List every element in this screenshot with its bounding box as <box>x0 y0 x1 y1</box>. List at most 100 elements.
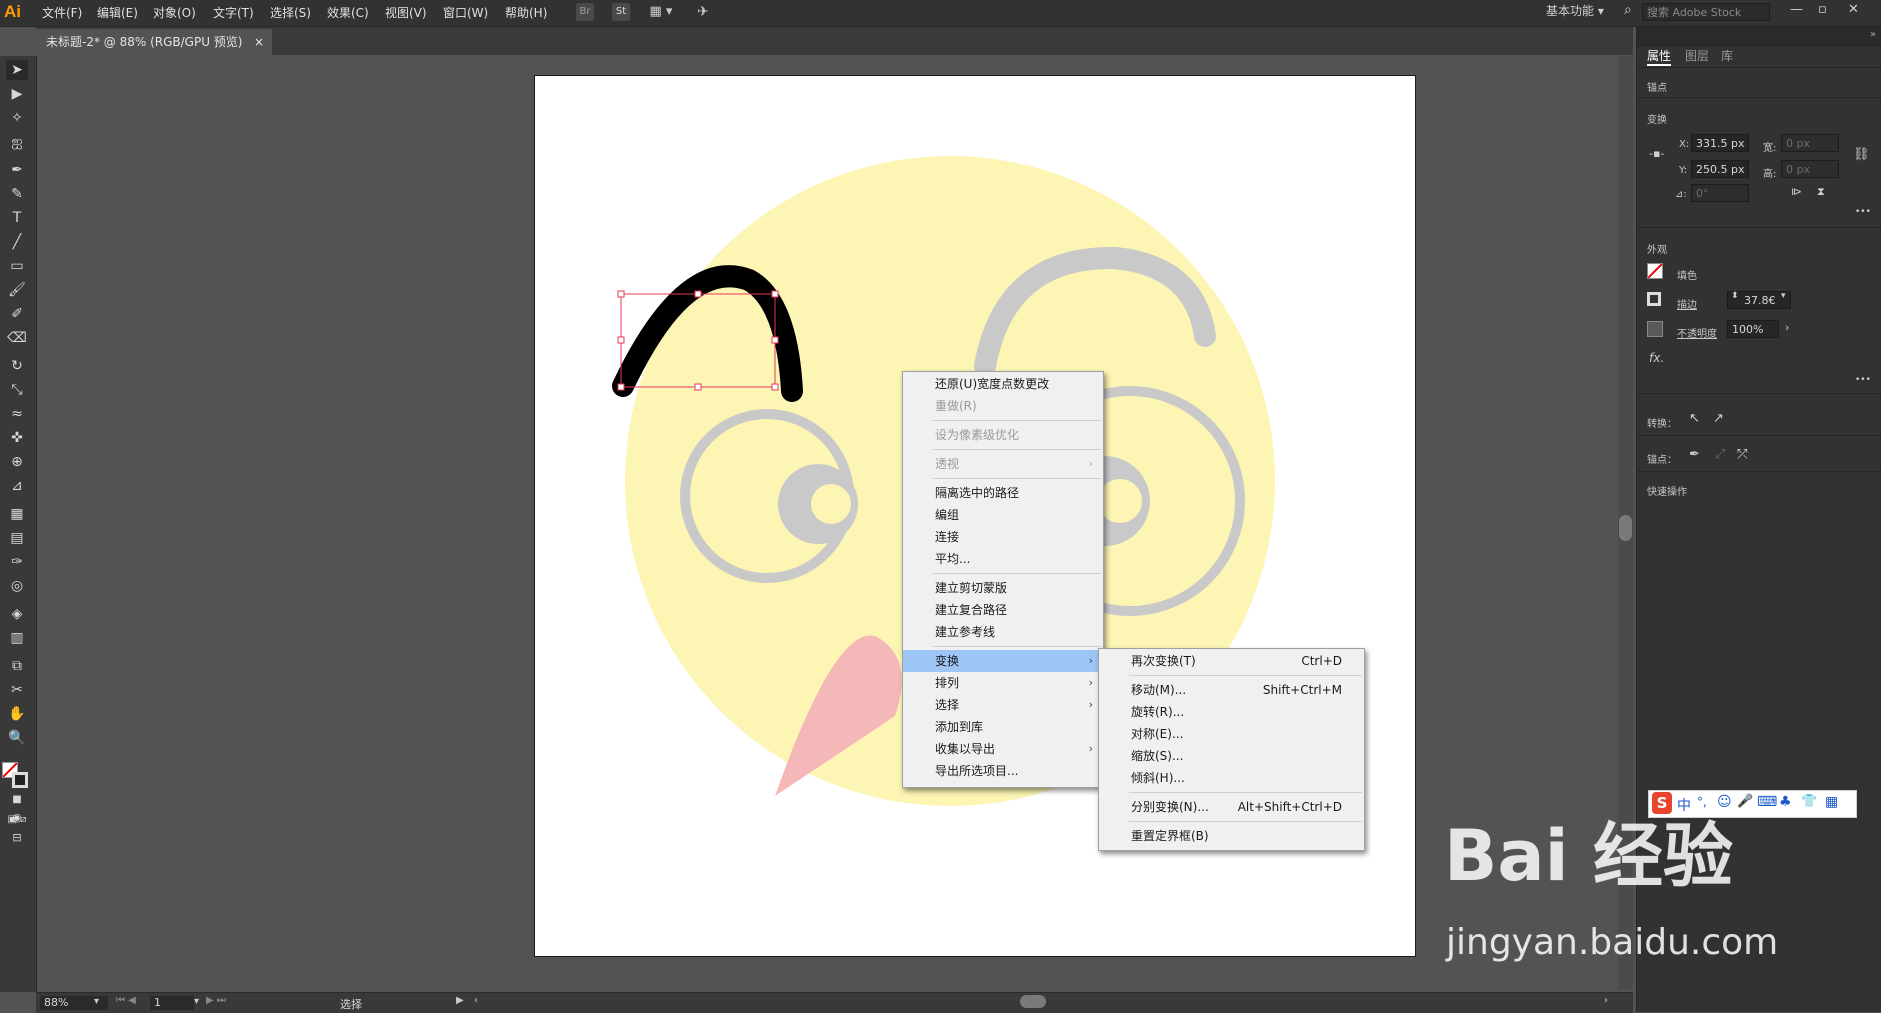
cut-path-icon[interactable]: ⤱ <box>1737 447 1747 462</box>
stepper-icon[interactable]: ⬍ <box>1731 291 1739 301</box>
next-artboard-icon[interactable]: ▶ ⏭ <box>206 995 226 1006</box>
zoom-dropdown-icon[interactable]: ▾ <box>94 996 99 1007</box>
menu-item-undo[interactable]: 还原(U)宽度点数更改 <box>903 373 1101 395</box>
x-input[interactable]: 331.5 px <box>1691 134 1749 152</box>
close-window-icon[interactable]: ✕ <box>1848 2 1859 17</box>
reference-point-icon[interactable]: -▪- <box>1649 147 1664 160</box>
workspace-switcher[interactable]: 基本功能 ▾ <box>1546 2 1604 19</box>
menu-item-isolate-path[interactable]: 隔离选中的路径 <box>903 482 1101 504</box>
maximize-icon[interactable]: ▫ <box>1818 2 1827 17</box>
perspective-grid-icon[interactable]: ⊿ <box>6 476 28 496</box>
vertical-scroll-thumb[interactable] <box>1619 515 1632 541</box>
remove-anchor-icon[interactable]: ✒ <box>1689 447 1700 462</box>
menu-help[interactable]: 帮助(H) <box>505 4 547 21</box>
rotate-tool-icon[interactable]: ↻ <box>6 356 28 376</box>
flip-horizontal-icon[interactable]: ⧐ <box>1791 185 1802 198</box>
menu-item-make-guides[interactable]: 建立参考线 <box>903 621 1101 643</box>
tab-libraries[interactable]: 库 <box>1721 47 1733 64</box>
menu-item-join[interactable]: 连接 <box>903 526 1101 548</box>
menu-item-select[interactable]: 选择 › <box>903 694 1101 716</box>
menu-item-pixel-optimize[interactable]: 设为像素级优化 <box>903 424 1101 446</box>
convert-corner-icon[interactable]: ↖ <box>1689 411 1700 426</box>
angle-input[interactable]: 0° <box>1691 184 1749 202</box>
submenu-item-transform-each[interactable]: 分别变换(N)... Alt+Shift+Ctrl+D <box>1099 796 1362 818</box>
color-mode-icon[interactable]: ■ ▣ ⧄ <box>6 790 28 825</box>
menu-effect[interactable]: 效果(C) <box>327 4 369 21</box>
menu-item-average[interactable]: 平均... <box>903 548 1101 570</box>
tab-layers[interactable]: 图层 <box>1685 47 1709 64</box>
y-input[interactable]: 250.5 px <box>1691 160 1749 178</box>
menu-file[interactable]: 文件(F) <box>42 4 82 21</box>
screen-mode-icon[interactable]: ⊟ <box>6 828 28 848</box>
menu-type[interactable]: 文字(T) <box>213 4 254 21</box>
stroke-dropdown-icon[interactable]: ▾ <box>1781 291 1786 301</box>
submenu-item-reset-bounding-box[interactable]: 重置定界框(B) <box>1099 825 1362 847</box>
status-menu-icon[interactable]: ▶ <box>456 995 464 1006</box>
submenu-item-rotate[interactable]: 旋转(R)... <box>1099 701 1362 723</box>
convert-smooth-icon[interactable]: ↗ <box>1713 411 1724 426</box>
close-tab-icon[interactable]: × <box>254 29 264 55</box>
more-options-icon[interactable]: ••• <box>1855 207 1871 217</box>
submenu-item-transform-again[interactable]: 再次变换(T) Ctrl+D <box>1099 650 1362 672</box>
gpu-performance-icon[interactable]: ✈ <box>694 3 712 21</box>
menu-object[interactable]: 对象(O) <box>153 4 196 21</box>
menu-item-clipping-mask[interactable]: 建立剪切蒙版 <box>903 577 1101 599</box>
direct-selection-tool-icon[interactable]: ▶ <box>6 84 28 104</box>
submenu-item-scale[interactable]: 缩放(S)... <box>1099 745 1362 767</box>
arrange-documents-icon[interactable]: ▦ ▾ <box>646 3 676 21</box>
artboard-dropdown-icon[interactable]: ▾ <box>194 996 199 1007</box>
flip-vertical-icon[interactable]: ⧗ <box>1817 185 1825 199</box>
height-input[interactable]: 0 px <box>1781 160 1839 178</box>
minimize-icon[interactable]: — <box>1790 2 1803 17</box>
ime-keyboard-icon[interactable]: ⌨ <box>1757 794 1777 810</box>
pen-tool-icon[interactable]: ✒ <box>6 160 28 180</box>
menu-item-perspective[interactable]: 透视 › <box>903 453 1101 475</box>
gradient-tool-icon[interactable]: ▤ <box>6 528 28 548</box>
document-tab[interactable]: 未标题-2* @ 88% (RGB/GPU 预览) × <box>36 29 272 55</box>
ime-skin-icon[interactable]: 👕 <box>1801 794 1817 809</box>
menu-item-arrange[interactable]: 排列 › <box>903 672 1101 694</box>
constrain-proportions-icon[interactable]: ⛓ <box>1853 147 1870 162</box>
menu-window[interactable]: 窗口(W) <box>443 4 488 21</box>
stock-icon[interactable]: St <box>612 3 630 21</box>
shaper-tool-icon[interactable]: ✐ <box>6 304 28 324</box>
stroke-swatch-icon[interactable] <box>12 772 28 788</box>
lasso-tool-icon[interactable]: ஐ <box>6 132 28 152</box>
hand-tool-icon[interactable]: ✋ <box>6 704 28 724</box>
scroll-right-icon[interactable]: › <box>1604 995 1608 1006</box>
stroke-label[interactable]: 描边 <box>1677 296 1697 311</box>
curvature-tool-icon[interactable]: ✎ <box>6 184 28 204</box>
width-tool-icon[interactable]: ≈ <box>6 404 28 424</box>
eyedropper-icon[interactable]: ✑ <box>6 552 28 572</box>
submenu-item-reflect[interactable]: 对称(E)... <box>1099 723 1362 745</box>
menu-item-group[interactable]: 编组 <box>903 504 1101 526</box>
first-artboard-icon[interactable]: ⏮ ◀ <box>116 995 136 1006</box>
more-options-icon-2[interactable]: ••• <box>1855 375 1871 385</box>
menu-view[interactable]: 视图(V) <box>385 4 427 21</box>
submenu-item-move[interactable]: 移动(M)... Shift+Ctrl+M <box>1099 679 1362 701</box>
ime-menu-icon[interactable]: ▦ <box>1825 794 1838 810</box>
opacity-chevron-icon[interactable]: › <box>1785 321 1789 334</box>
stroke-color-swatch[interactable] <box>1647 292 1661 306</box>
zoom-tool-icon[interactable]: 🔍 <box>6 728 28 748</box>
menu-select[interactable]: 选择(S) <box>270 4 311 21</box>
scale-tool-icon[interactable]: ⤡ <box>6 380 28 400</box>
menu-item-add-to-library[interactable]: 添加到库 <box>903 716 1101 738</box>
blend-tool-icon[interactable]: ◎ <box>6 576 28 596</box>
paintbrush-tool-icon[interactable]: 🖌 <box>6 280 28 300</box>
opacity-label[interactable]: 不透明度 <box>1677 325 1717 340</box>
opacity-input[interactable]: 100% <box>1727 320 1779 338</box>
type-tool-icon[interactable]: T <box>6 208 28 228</box>
artboard-tool-icon[interactable]: ⧉ <box>6 656 28 676</box>
menu-item-transform[interactable]: 变换 › <box>903 650 1101 672</box>
line-tool-icon[interactable]: ╱ <box>6 232 28 252</box>
eraser-tool-icon[interactable]: ⌫ <box>6 328 28 348</box>
menu-item-collect-for-export[interactable]: 收集以导出 › <box>903 738 1101 760</box>
fx-icon[interactable]: fx. <box>1649 351 1664 365</box>
rectangle-tool-icon[interactable]: ▭ <box>6 256 28 276</box>
tab-properties[interactable]: 属性 <box>1647 47 1672 66</box>
puppet-warp-icon[interactable]: ✜ <box>6 428 28 448</box>
drawing-mode-icon[interactable]: ◉ <box>6 808 28 828</box>
menu-item-compound-path[interactable]: 建立复合路径 <box>903 599 1101 621</box>
menu-edit[interactable]: 编辑(E) <box>97 4 138 21</box>
